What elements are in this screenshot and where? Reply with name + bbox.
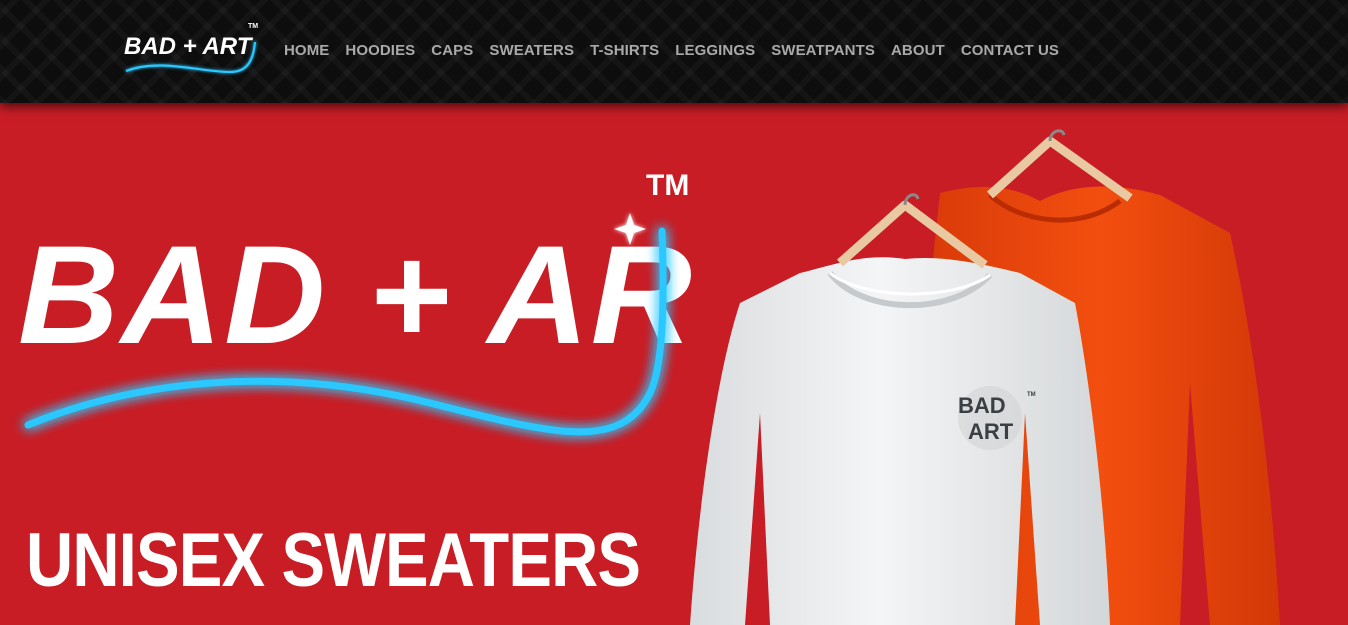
hero-logo-text: BAD + ART <box>18 216 700 373</box>
badge-line2: ART <box>968 419 1014 444</box>
brand-logo-tm: TM <box>248 23 258 30</box>
nav-item-contact-us[interactable]: CONTACT US <box>961 42 1059 59</box>
page: BAD + ART TM HOME HOODIES CAPS SWEATERS … <box>0 0 1348 625</box>
site-header: BAD + ART TM HOME HOODIES CAPS SWEATERS … <box>0 0 1348 103</box>
nav-item-hoodies[interactable]: HOODIES <box>345 42 415 59</box>
nav-item-leggings[interactable]: LEGGINGS <box>675 42 755 59</box>
main-nav: HOME HOODIES CAPS SWEATERS T-SHIRTS LEGG… <box>284 42 1075 59</box>
nav-item-about[interactable]: ABOUT <box>891 42 945 59</box>
hero-headline: UNISEX SWEATERS <box>26 518 641 603</box>
sweaters-product-image: BAD ART TM <box>690 129 1280 625</box>
badge-line1: BAD <box>958 393 1006 418</box>
white-sweater <box>690 257 1110 625</box>
hero-banner[interactable]: BAD + ART TM UNISEX SWEATERS <box>0 103 1348 625</box>
hero-logo-tm: TM <box>646 169 689 202</box>
nav-item-caps[interactable]: CAPS <box>431 42 473 59</box>
brand-logo[interactable]: BAD + ART TM <box>120 18 264 80</box>
nav-item-sweaters[interactable]: SWEATERS <box>489 42 574 59</box>
nav-item-t-shirts[interactable]: T-SHIRTS <box>590 42 659 59</box>
brand-logo-text: BAD + ART <box>124 33 254 60</box>
nav-item-home[interactable]: HOME <box>284 42 329 59</box>
badge-tm: TM <box>1027 392 1036 398</box>
orange-hanger <box>986 129 1133 202</box>
hero-logo: BAD + ART TM <box>18 169 700 436</box>
nav-item-sweatpants[interactable]: SWEATPANTS <box>771 42 875 59</box>
